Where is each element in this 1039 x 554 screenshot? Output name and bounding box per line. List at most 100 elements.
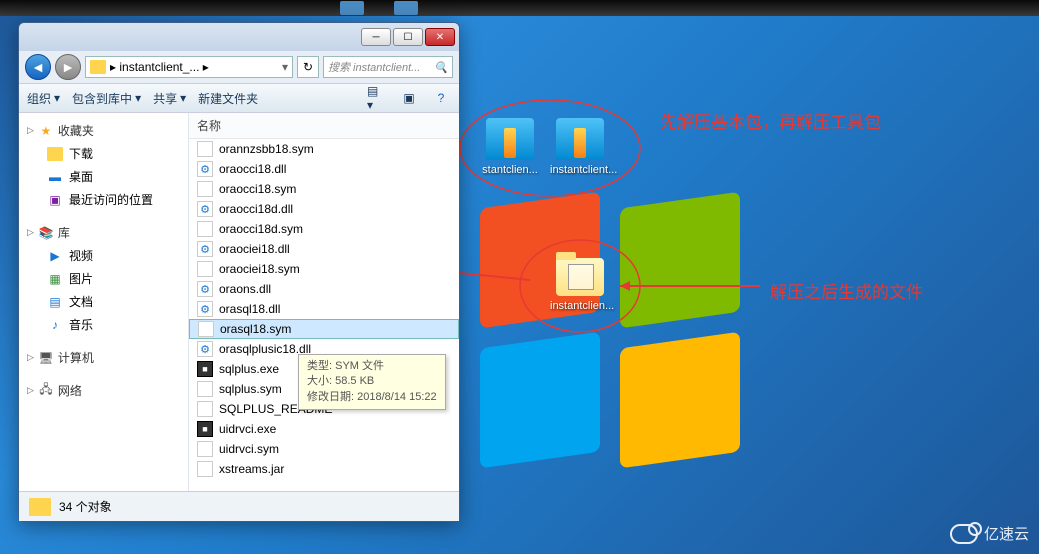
help-button[interactable]: ? [431,88,451,108]
file-name: oraocci18d.dll [219,202,293,216]
file-row[interactable]: ■uidrvci.exe [189,419,459,439]
file-name: oraons.dll [219,282,271,296]
file-row[interactable]: ⚙oraociei18.dll [189,239,459,259]
nav-computer[interactable]: ▷🖥计算机 [19,346,188,369]
file-name: oraociei18.sym [219,262,300,276]
file-name: orasql18.dll [219,302,280,316]
share-button[interactable]: 共享 ▾ [153,90,186,107]
newfolder-button[interactable]: 新建文件夹 [198,90,258,107]
preview-button[interactable]: ▣ [399,88,419,108]
file-tooltip: 类型: SYM 文件 大小: 58.5 KB 修改日期: 2018/8/14 1… [298,354,446,410]
maximize-button[interactable]: ☐ [393,28,423,46]
file-icon: ⚙ [197,301,213,317]
nav-network[interactable]: ▷🖧网络 [19,379,188,402]
tooltip-date: 修改日期: 2018/8/14 15:22 [307,390,437,405]
desktop: stantclien... instantclient... instantcl… [0,0,1039,554]
refresh-button[interactable]: ↻ [297,56,319,78]
icon-label: instantclien... [550,300,614,312]
nav-recent[interactable]: ▣最近访问的位置 [19,188,188,211]
file-row[interactable]: oraocci18d.sym [189,219,459,239]
taskbar-icon[interactable] [340,1,364,15]
file-row[interactable]: uidrvci.sym [189,439,459,459]
file-icon: ⚙ [197,201,213,217]
file-icon: ⚙ [197,161,213,177]
dropdown-icon[interactable]: ▾ [282,60,288,74]
nav-music[interactable]: ♪音乐 [19,313,188,336]
minimize-button[interactable]: ─ [361,28,391,46]
search-placeholder: 搜索 instantclient... [328,59,420,75]
file-row[interactable]: ⚙ orasql18.dll [189,299,459,319]
icon-label: stantclien... [482,164,538,176]
file-icon: ■ [197,421,213,437]
close-button[interactable]: ✕ [425,28,455,46]
path-sep: ▸ [110,60,116,74]
file-icon: ⚙ [197,341,213,357]
file-name: sqlplus.exe [219,362,279,376]
file-icon: ■ [197,361,213,377]
file-icon [197,401,213,417]
nav-favorites[interactable]: ▷★收藏夹 [19,119,188,142]
file-row[interactable]: oraocci18.sym [189,179,459,199]
taskbar [0,0,1039,16]
file-row[interactable]: xstreams.jar [189,459,459,479]
column-header-name[interactable]: 名称 [189,113,459,139]
annotation-right: 解压之后生成的文件 [770,278,923,303]
folder-icon [29,498,51,516]
file-name: orannzsbb18.sym [219,142,314,156]
desktop-zip-1[interactable]: stantclien... [480,118,540,176]
nav-pictures[interactable]: ▦图片 [19,267,188,290]
desktop-zip-2[interactable]: instantclient... [550,118,610,176]
file-row[interactable]: orasql18.sym [189,319,459,339]
tooltip-size: 大小: 58.5 KB [307,374,437,389]
file-icon [197,181,213,197]
annotation-top: 先解压基本包，再解压工具包 [660,108,881,133]
file-icon [197,461,213,477]
folder-icon [556,258,604,296]
nav-libraries[interactable]: ▷📚库 [19,221,188,244]
file-name: oraocci18d.sym [219,222,303,236]
path-text: instantclient_... [119,60,199,74]
nav-pane: ▷★收藏夹 下载 ▬桌面 ▣最近访问的位置 ▷📚库 ▶视频 ▦图片 ▤文档 ♪音… [19,113,189,491]
file-row[interactable]: orannzsbb18.sym [189,139,459,159]
cloud-icon [950,524,978,544]
file-icon [197,261,213,277]
file-row[interactable]: ⚙oraons.dll [189,279,459,299]
file-icon [197,141,213,157]
file-row[interactable]: oraociei18.sym [189,259,459,279]
icon-label: instantclient... [550,164,617,176]
file-name: orasql18.sym [220,322,291,336]
explorer-window: ─ ☐ ✕ ◄ ► ▸ instantclient_... ▸ ▾ ↻ 搜索 i… [18,22,460,522]
watermark: 亿速云 [950,523,1029,544]
path-field[interactable]: ▸ instantclient_... ▸ ▾ [85,56,293,78]
taskbar-icon[interactable] [394,1,418,15]
file-icon [198,321,214,337]
file-row[interactable]: ⚙oraocci18.dll [189,159,459,179]
organize-button[interactable]: 组织 ▾ [27,90,60,107]
address-bar: ◄ ► ▸ instantclient_... ▸ ▾ ↻ 搜索 instant… [19,51,459,83]
titlebar[interactable]: ─ ☐ ✕ [19,23,459,51]
status-bar: 34 个对象 [19,491,459,521]
file-name: oraocci18.sym [219,182,296,196]
search-input[interactable]: 搜索 instantclient... 🔍 [323,56,453,78]
nav-documents[interactable]: ▤文档 [19,290,188,313]
folder-icon [90,60,106,74]
file-icon [197,381,213,397]
status-text: 34 个对象 [59,498,112,515]
search-icon: 🔍 [434,61,448,74]
file-icon: ⚙ [197,241,213,257]
desktop-folder-extracted[interactable]: instantclien... [550,258,610,312]
file-list[interactable]: 名称 orannzsbb18.sym ⚙oraocci18.dll oraocci1… [189,113,459,491]
nav-desktop[interactable]: ▬桌面 [19,165,188,188]
file-name: sqlplus.sym [219,382,282,396]
path-sep: ▸ [203,60,209,74]
include-button[interactable]: 包含到库中 ▾ [72,90,141,107]
nav-videos[interactable]: ▶视频 [19,244,188,267]
back-button[interactable]: ◄ [25,54,51,80]
file-row[interactable]: ⚙ oraocci18d.dll [189,199,459,219]
toolbar: 组织 ▾ 包含到库中 ▾ 共享 ▾ 新建文件夹 ▤ ▾ ▣ ? [19,83,459,113]
forward-button[interactable]: ► [55,54,81,80]
view-button[interactable]: ▤ ▾ [367,88,387,108]
tooltip-type: 类型: SYM 文件 [307,359,437,374]
zip-icon [486,118,534,160]
nav-downloads[interactable]: 下载 [19,142,188,165]
